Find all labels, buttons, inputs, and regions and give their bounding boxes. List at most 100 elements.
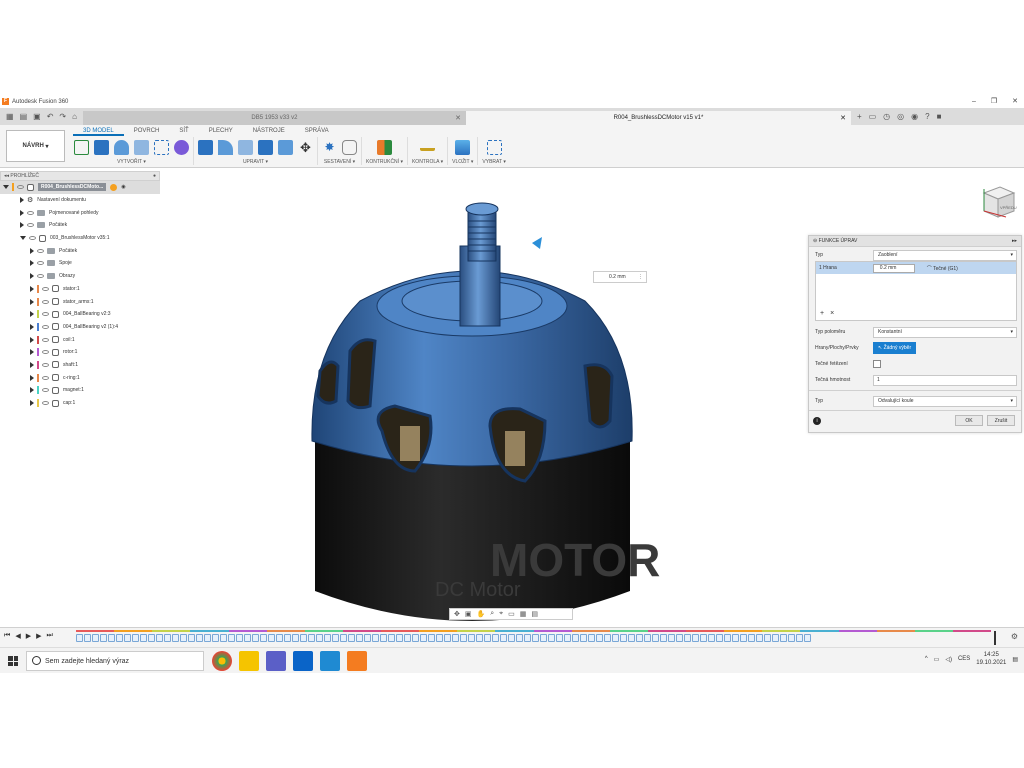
tab-db5[interactable]: DB5 1953 v33 v2 ✕ xyxy=(82,111,466,125)
timeline-feature[interactable] xyxy=(164,634,171,642)
visibility-icon[interactable] xyxy=(37,248,44,253)
timeline-feature[interactable] xyxy=(764,634,771,642)
activate-radio-icon[interactable]: ◉ xyxy=(121,184,125,190)
measure-icon[interactable] xyxy=(420,143,436,151)
timeline-feature[interactable] xyxy=(132,634,139,642)
timeline-feature[interactable] xyxy=(684,634,691,642)
tree-item[interactable]: cap:1 xyxy=(0,397,160,410)
timeline-feature[interactable] xyxy=(708,634,715,642)
look-at-icon[interactable]: ▣ xyxy=(465,610,472,618)
tree-item[interactable]: c-ring:1 xyxy=(0,371,160,384)
press-pull-icon[interactable] xyxy=(198,139,213,155)
expand-icon[interactable] xyxy=(20,236,26,241)
timeline-feature[interactable] xyxy=(620,634,627,642)
visibility-icon[interactable] xyxy=(42,324,49,329)
undo-icon[interactable]: ↶ xyxy=(47,112,54,121)
timeline-feature[interactable] xyxy=(580,634,587,642)
timeline-feature[interactable] xyxy=(76,634,83,642)
timeline-feature[interactable] xyxy=(380,634,387,642)
timeline-feature[interactable] xyxy=(748,634,755,642)
vscode-icon[interactable] xyxy=(320,651,340,671)
timeline-feature[interactable] xyxy=(588,634,595,642)
tangent-continuity[interactable]: ⌒ Tečné (G1) xyxy=(927,265,958,272)
expand-icon[interactable] xyxy=(30,311,34,318)
timeline-feature[interactable] xyxy=(508,634,515,642)
timeline-feature[interactable] xyxy=(756,634,763,642)
select-label[interactable]: VYBRAT ▾ xyxy=(482,159,505,165)
timeline-feature[interactable] xyxy=(428,634,435,642)
expand-panel-icon[interactable]: ▸▸ xyxy=(1012,238,1017,244)
file-icon[interactable]: ▤ xyxy=(20,112,28,121)
clock[interactable]: 14:25 19.10.2021 xyxy=(976,651,1006,667)
timeline-feature[interactable] xyxy=(740,634,747,642)
expand-icon[interactable] xyxy=(30,260,34,267)
timeline-feature[interactable] xyxy=(212,634,219,642)
visibility-icon[interactable] xyxy=(42,388,49,393)
timeline-feature[interactable] xyxy=(364,634,371,642)
timeline-feature[interactable] xyxy=(604,634,611,642)
start-icon[interactable] xyxy=(8,656,18,666)
visibility-icon[interactable] xyxy=(37,261,44,266)
timeline-feature[interactable] xyxy=(476,634,483,642)
timeline-feature[interactable] xyxy=(780,634,787,642)
tree-item[interactable]: Počátek xyxy=(0,244,160,257)
fit-icon[interactable]: ⌖ xyxy=(499,610,503,618)
job-status-icon[interactable]: ◎ xyxy=(897,112,904,121)
viewports-icon[interactable]: ▤ xyxy=(531,610,538,618)
timeline-feature[interactable] xyxy=(156,634,163,642)
tab-brushless-motor[interactable]: R004_BrushlessDCMotor v15 v1* ✕ xyxy=(465,111,851,125)
fusion360-icon[interactable] xyxy=(347,651,367,671)
close-tab-icon[interactable]: ✕ xyxy=(840,114,846,122)
timeline-marker[interactable] xyxy=(994,631,996,645)
expand-icon[interactable] xyxy=(30,361,34,368)
timeline-feature[interactable] xyxy=(388,634,395,642)
tab-3d-model[interactable]: 3D MODEL xyxy=(73,127,124,136)
info-icon[interactable]: i xyxy=(813,416,821,425)
visibility-icon[interactable] xyxy=(42,350,49,355)
shell-icon[interactable] xyxy=(258,139,273,155)
tree-item[interactable]: ⚙ Nastavení dokumentu xyxy=(0,194,160,207)
timeline-feature[interactable] xyxy=(676,634,683,642)
timeline-feature[interactable] xyxy=(644,634,651,642)
form-icon[interactable] xyxy=(174,139,189,155)
timeline-feature[interactable] xyxy=(188,634,195,642)
timeline-feature[interactable] xyxy=(244,634,251,642)
visibility-icon[interactable] xyxy=(42,286,49,291)
grid-icon[interactable]: ▦ xyxy=(6,112,14,121)
avatar[interactable]: ■ xyxy=(937,112,942,121)
hole-icon[interactable] xyxy=(134,139,149,155)
timeline-feature[interactable] xyxy=(548,634,555,642)
teams-icon[interactable] xyxy=(266,651,286,671)
network-icon[interactable]: ▭ xyxy=(934,656,940,663)
tree-item[interactable]: stator_arms:1 xyxy=(0,295,160,308)
timeline-feature[interactable] xyxy=(340,634,347,642)
timeline-feature[interactable] xyxy=(516,634,523,642)
assemble-label[interactable]: SESTAVENÍ ▾ xyxy=(324,159,355,165)
select-icon[interactable] xyxy=(486,139,502,155)
visibility-icon[interactable] xyxy=(42,375,49,380)
grid-settings-icon[interactable]: ▦ xyxy=(520,610,527,618)
timeline-feature[interactable] xyxy=(404,634,411,642)
new-component-icon[interactable]: ✸ xyxy=(322,140,337,155)
timeline-feature[interactable] xyxy=(452,634,459,642)
timeline-feature[interactable] xyxy=(572,634,579,642)
tab-povrch[interactable]: POVRCH xyxy=(124,127,170,136)
timeline-feature[interactable] xyxy=(612,634,619,642)
fillet-icon[interactable] xyxy=(218,139,233,155)
timeline-feature[interactable] xyxy=(220,634,227,642)
orbit-icon[interactable]: ✥ xyxy=(454,610,460,618)
timeline-feature[interactable] xyxy=(732,634,739,642)
zoom-icon[interactable]: ⌕ xyxy=(490,610,494,618)
timeline-feature[interactable] xyxy=(484,634,491,642)
file-explorer-icon[interactable] xyxy=(239,651,259,671)
taskbar-search[interactable]: Sem zadejte hledaný výraz xyxy=(26,651,204,671)
timeline-feature[interactable] xyxy=(180,634,187,642)
tangent-weight-input[interactable]: 1 xyxy=(873,374,1017,386)
timeline-feature[interactable] xyxy=(84,634,91,642)
timeline-feature[interactable] xyxy=(796,634,803,642)
tree-root[interactable]: R004_BrushlessDCMoto... ◉ xyxy=(0,181,160,194)
timeline-feature[interactable] xyxy=(564,634,571,642)
visibility-icon[interactable] xyxy=(42,337,49,342)
timeline-feature[interactable] xyxy=(268,634,275,642)
timeline-feature[interactable] xyxy=(652,634,659,642)
